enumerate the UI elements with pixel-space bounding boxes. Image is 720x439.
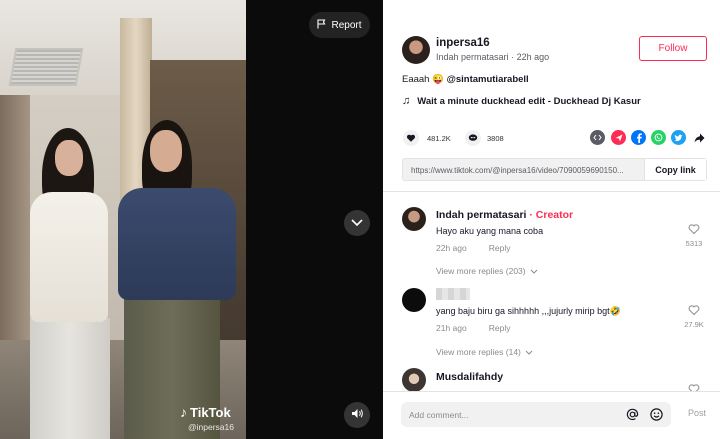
comment-bubble-icon [465, 130, 481, 150]
caption-mention[interactable]: @sintamutiarabell [447, 74, 529, 85]
copy-link-button[interactable]: Copy link [644, 159, 706, 180]
comment-like-count: 27.9K [684, 320, 704, 329]
video-link-url[interactable]: https://www.tiktok.com/@inpersa16/video/… [403, 159, 644, 180]
person-right-face [150, 130, 182, 172]
comment-author[interactable]: Indah permatasari · Creator [436, 209, 573, 221]
view-more-replies[interactable]: View more replies (203) [436, 266, 538, 276]
comment-time: 21h ago [436, 323, 467, 333]
facebook-icon[interactable] [631, 130, 646, 145]
post-time: 22h ago [516, 52, 550, 62]
comment-bar [383, 391, 720, 439]
music-note-icon: ♫ [402, 95, 411, 107]
comment-author-name[interactable]: Indah permatasari [436, 209, 526, 221]
music-link[interactable]: ♫ Wait a minute duckhead edit - Duckhead… [402, 95, 641, 107]
author-display-name: Indah permatasari [436, 52, 509, 62]
comment-author-redacted [436, 288, 470, 300]
comment-avatar[interactable] [402, 368, 426, 392]
heart-outline-icon [688, 303, 700, 320]
comment-text: Hayo aku yang mana coba [436, 226, 544, 236]
person-left-face [55, 140, 83, 176]
flag-icon [317, 18, 326, 32]
details-panel: inpersa16 Indah permatasari · 22h ago Fo… [383, 0, 720, 439]
comment-avatar[interactable] [402, 288, 426, 312]
watermark-brand: TikTok [190, 404, 231, 420]
like-count: 481.2K [427, 134, 451, 143]
comment-text: yang baju biru ga sihhhhh ,,,jujurly mir… [436, 306, 621, 316]
like-button[interactable] [403, 130, 419, 146]
view-more-label[interactable]: View more replies (203) [436, 266, 526, 276]
view-more-replies[interactable]: View more replies (14) [436, 347, 533, 357]
report-button[interactable]: Report [309, 12, 370, 38]
next-video-button[interactable] [344, 210, 370, 236]
embed-icon[interactable] [590, 130, 605, 145]
send-icon[interactable] [611, 130, 626, 145]
volume-button[interactable] [344, 402, 370, 428]
whatsapp-icon[interactable] [651, 130, 666, 145]
report-label: Report [331, 19, 362, 31]
emoji-button[interactable] [650, 408, 663, 421]
video-caption: Eaaah 😜 @sintamutiarabell [402, 74, 529, 85]
chevron-down-icon [530, 266, 538, 276]
person-left-top [30, 192, 108, 322]
music-title[interactable]: Wait a minute duckhead edit - Duckhead D… [417, 96, 640, 107]
comment-meta: 22h ago Reply [436, 243, 510, 253]
comment-like-count: 5313 [685, 239, 703, 248]
person-right-top [118, 188, 236, 300]
tiktok-watermark: ♪ TikTok [180, 404, 231, 420]
author-meta: Indah permatasari · 22h ago [436, 52, 549, 62]
reply-button[interactable]: Reply [489, 243, 511, 253]
heart-outline-icon [688, 222, 700, 239]
twitter-icon[interactable] [671, 130, 686, 145]
creator-badge-label: Creator [535, 209, 574, 221]
video-player[interactable]: ♪ TikTok @inpersa16 Report [0, 0, 383, 439]
comment-meta: 21h ago Reply [436, 323, 510, 333]
smiley-icon [650, 408, 663, 425]
comment-time: 22h ago [436, 243, 467, 253]
chevron-down-icon [351, 214, 363, 232]
divider [383, 191, 720, 192]
author-handle[interactable]: inpersa16 [436, 37, 490, 49]
tiktok-logo-icon: ♪ [180, 404, 187, 420]
heart-icon [403, 130, 419, 150]
comment-author-name[interactable]: Musdalifahdy [436, 371, 503, 383]
video-link-box: https://www.tiktok.com/@inpersa16/video/… [402, 158, 707, 181]
reply-button[interactable]: Reply [489, 323, 511, 333]
share-arrow-icon[interactable] [692, 130, 707, 145]
comment-like-button[interactable] [688, 222, 700, 235]
caption-text: Eaaah 😜 [402, 74, 447, 85]
view-more-label[interactable]: View more replies (14) [436, 347, 521, 357]
author-avatar[interactable] [402, 36, 430, 64]
creator-badge: · Creator [526, 209, 574, 221]
video-frame[interactable]: ♪ TikTok @inpersa16 [0, 0, 246, 439]
post-button[interactable]: Post [688, 408, 706, 418]
comment-like-button[interactable] [688, 303, 700, 316]
at-sign-icon [626, 408, 639, 425]
ceiling-vent [8, 48, 84, 86]
follow-button[interactable]: Follow [639, 36, 707, 61]
person-left-pants [30, 318, 110, 439]
comment-count: 3808 [487, 134, 504, 143]
speaker-icon [351, 406, 364, 424]
chevron-down-icon [525, 347, 533, 357]
watermark-handle: @inpersa16 [188, 422, 234, 432]
mention-button[interactable] [626, 408, 639, 421]
comment-button[interactable] [465, 130, 481, 146]
comment-avatar[interactable] [402, 207, 426, 231]
